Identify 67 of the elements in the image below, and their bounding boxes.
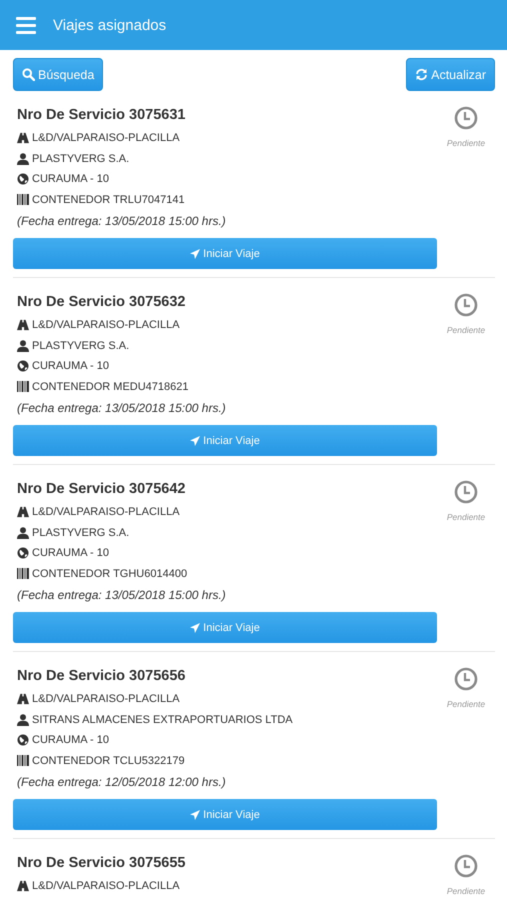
- road-icon: [17, 132, 29, 144]
- service-detail: L&D/VALPARAISO-PLACILLA: [32, 880, 180, 892]
- road-icon: [17, 319, 29, 332]
- service-detail: CURAUMA - 10: [32, 360, 110, 372]
- status-label: Pendiente: [446, 325, 486, 335]
- user-icon: [17, 152, 29, 165]
- refresh-button[interactable]: Actualizar: [406, 58, 495, 91]
- paper-plane-icon: [190, 248, 200, 258]
- service-detail: L&D/VALPARAISO-PLACILLA: [32, 506, 180, 518]
- service-detail: CURAUMA - 10: [32, 173, 110, 186]
- clock-icon: [454, 106, 478, 130]
- status-label: Pendiente: [446, 886, 486, 896]
- service-detail: CONTENEDOR TGHU6014400: [32, 568, 188, 580]
- service-detail: L&D/VALPARAISO-PLACILLA: [32, 693, 180, 706]
- barcode-icon: [17, 194, 29, 206]
- user-icon: [17, 714, 29, 726]
- clock-icon: [454, 667, 478, 691]
- service-detail: SITRANS ALMACENES EXTRAPORTUARIOS LTDA: [32, 714, 293, 726]
- paper-plane-icon: [190, 810, 200, 820]
- user-icon: [17, 526, 29, 539]
- delivery-date: (Fecha entrega: 13/05/2018 15:00 hrs.): [16, 213, 227, 230]
- service-title: Nro De Servicio 3075642: [16, 480, 186, 499]
- barcode-icon: [17, 380, 29, 393]
- start-trip-button[interactable]: Iniciar Viaje: [13, 799, 437, 830]
- globe-icon: [17, 734, 29, 746]
- clock-icon: [454, 480, 478, 504]
- globe-icon: [17, 547, 29, 560]
- clock-icon: [454, 854, 478, 878]
- service-detail: CURAUMA - 10: [32, 734, 110, 746]
- delivery-date: (Fecha entrega: 13/05/2018 15:00 hrs.): [16, 587, 227, 604]
- status-label: Pendiente: [446, 699, 486, 709]
- service-title: Nro De Servicio 3075655: [16, 854, 186, 873]
- user-icon: [17, 340, 29, 352]
- service-title: Nro De Servicio 3075656: [16, 667, 186, 686]
- service-title: Nro De Servicio 3075632: [16, 293, 186, 312]
- search-icon: [22, 68, 35, 81]
- status-label: Pendiente: [446, 138, 486, 148]
- service-detail: PLASTYVERG S.A.: [32, 340, 130, 352]
- screen-title: Viajes asignados: [53, 16, 166, 34]
- refresh-icon: [415, 68, 428, 81]
- road-icon: [17, 506, 29, 518]
- service-detail: CONTENEDOR TRLU7047141: [32, 194, 185, 206]
- barcode-icon: [17, 754, 29, 767]
- paper-plane-icon: [190, 622, 200, 632]
- road-icon: [17, 880, 29, 892]
- start-trip-button[interactable]: Iniciar Viaje: [13, 425, 437, 456]
- delivery-date: (Fecha entrega: 13/05/2018 15:00 hrs.): [16, 400, 227, 417]
- clock-icon: [454, 293, 478, 317]
- service-detail: CURAUMA - 10: [32, 547, 110, 560]
- menu-icon[interactable]: [16, 16, 36, 34]
- paper-plane-icon: [190, 436, 200, 446]
- start-trip-button[interactable]: Iniciar Viaje: [13, 238, 437, 269]
- road-icon: [17, 693, 29, 706]
- globe-icon: [17, 360, 29, 372]
- service-detail: CONTENEDOR TCLU5322179: [32, 754, 185, 767]
- service-detail: L&D/VALPARAISO-PLACILLA: [32, 132, 180, 144]
- start-trip-button[interactable]: Iniciar Viaje: [13, 612, 437, 643]
- barcode-icon: [17, 568, 29, 580]
- service-detail: PLASTYVERG S.A.: [32, 152, 130, 165]
- status-label: Pendiente: [446, 512, 486, 522]
- service-detail: PLASTYVERG S.A.: [32, 526, 130, 539]
- delivery-date: (Fecha entrega: 12/05/2018 12:00 hrs.): [16, 774, 227, 791]
- service-detail: L&D/VALPARAISO-PLACILLA: [32, 319, 180, 332]
- globe-icon: [17, 173, 29, 186]
- service-title: Nro De Servicio 3075631: [16, 106, 186, 125]
- service-detail: CONTENEDOR MEDU4718621: [32, 380, 188, 393]
- search-button[interactable]: Búsqueda: [13, 58, 104, 91]
